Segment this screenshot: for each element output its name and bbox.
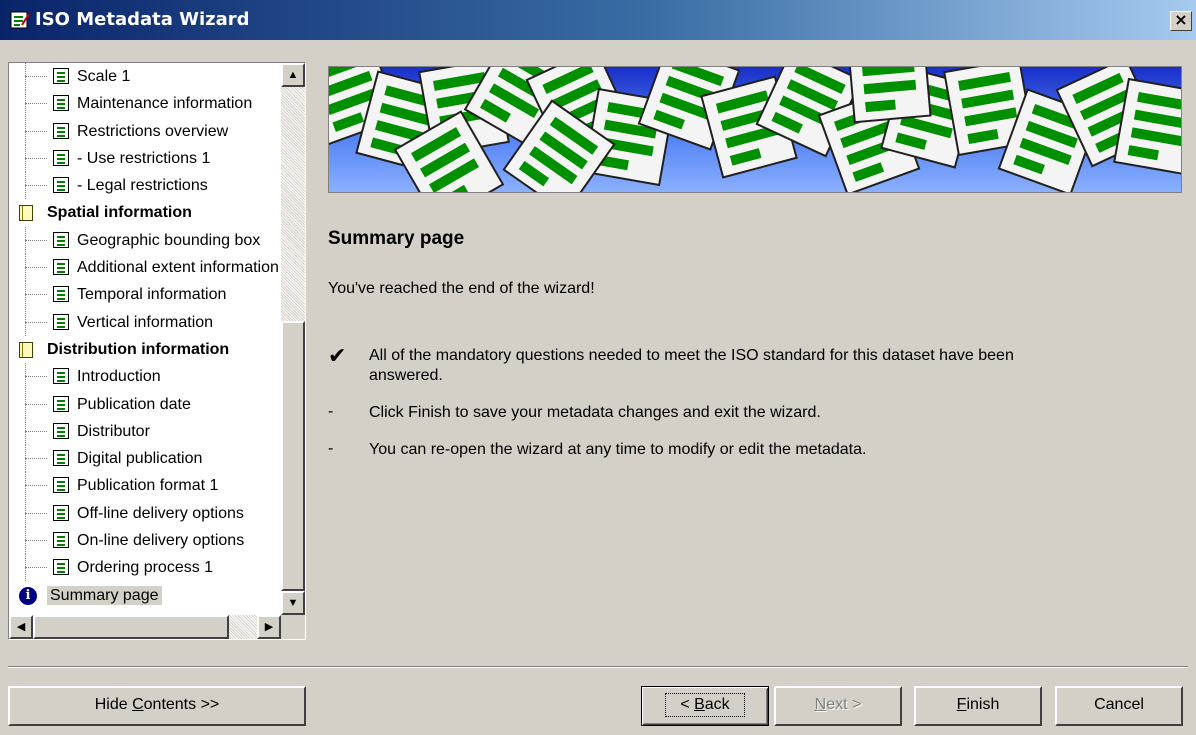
window-title: ISO Metadata Wizard [35, 9, 250, 30]
title-bar: ISO Metadata Wizard × [0, 0, 1196, 40]
tree-list: Scale 1 Maintenance information Restrictio… [9, 63, 279, 609]
tree-item[interactable]: Ordering process 1 [9, 554, 279, 582]
tree-item-label: On-line delivery options [77, 532, 245, 550]
tree-item-label: Vertical information [77, 313, 214, 331]
tree-item-label: Publication format 1 [77, 477, 219, 495]
open-book-icon [19, 205, 33, 222]
tree-item[interactable]: Introduction [9, 363, 279, 391]
hide-contents-button[interactable]: Hide Contents >> [8, 686, 306, 726]
tree-item-label: Distributor [77, 422, 150, 440]
document-page-icon [53, 477, 69, 494]
tree-item[interactable]: i Summary page [9, 582, 279, 609]
tree-item-label: Off-line delivery options [77, 504, 244, 522]
focus-rectangle: < Back [665, 693, 745, 717]
cancel-button[interactable]: Cancel [1055, 686, 1183, 726]
contents-tree[interactable]: Scale 1 Maintenance information Restrictio… [8, 62, 306, 640]
close-icon: × [1174, 10, 1188, 29]
tree-item-label: Temporal information [77, 286, 227, 304]
metadata-wizard-icon [10, 11, 30, 29]
close-button[interactable]: × [1170, 11, 1192, 31]
page-title: Summary page [328, 228, 465, 249]
tree-item-label: Publication date [77, 395, 191, 413]
document-page-icon [53, 259, 69, 276]
tree-item[interactable]: Publication format 1 [9, 472, 279, 500]
tree-item[interactable]: - Use restrictions 1 [9, 144, 279, 173]
tree-item-label: - Use restrictions 1 [77, 149, 211, 167]
horizontal-scroll-thumb[interactable] [33, 615, 229, 639]
tree-item[interactable]: Publication date [9, 390, 279, 418]
tree-item-label: Ordering process 1 [77, 559, 214, 577]
document-page-icon [53, 532, 69, 549]
tree-item-label: - Legal restrictions [77, 177, 208, 195]
tree-item-label: Additional extent information [77, 259, 279, 277]
scroll-left-arrow-icon[interactable]: ◀ [9, 615, 33, 639]
checkmark-icon: ✔ [328, 343, 347, 368]
tree-item[interactable]: - Legal restrictions [9, 172, 279, 200]
tree-item-label: Scale 1 [77, 68, 131, 85]
finish-button[interactable]: Finish [914, 686, 1042, 726]
scroll-down-arrow-icon[interactable]: ▼ [281, 591, 305, 615]
tree-item[interactable]: Additional extent information [9, 254, 279, 282]
end-of-wizard-message: You've reached the end of the wizard! [328, 280, 595, 297]
tree-item[interactable]: Digital publication [9, 445, 279, 473]
document-pages-graphic [329, 67, 1181, 192]
open-book-icon [19, 341, 33, 358]
tree-item[interactable]: Scale 1 [9, 63, 279, 91]
scroll-up-arrow-icon[interactable]: ▲ [281, 63, 305, 87]
tree-horizontal-scrollbar[interactable]: ◀ ▶ [9, 615, 281, 639]
tree-item-label: Distribution information [47, 340, 230, 358]
document-page-icon [53, 422, 69, 439]
document-page-icon [53, 286, 69, 303]
document-page-icon [53, 122, 69, 139]
tree-item-label: Restrictions overview [77, 122, 229, 140]
document-page-icon [53, 231, 69, 248]
vertical-scroll-thumb[interactable] [281, 321, 305, 591]
tree-section[interactable]: Distribution information [9, 336, 279, 363]
document-page-icon [53, 149, 69, 166]
scrollbar-corner [281, 615, 305, 639]
document-page-icon [53, 450, 69, 467]
tree-item[interactable]: Maintenance information [9, 90, 279, 118]
document-page-icon [846, 67, 932, 124]
tree-item[interactable]: Restrictions overview [9, 117, 279, 145]
tree-item-label: Digital publication [77, 450, 203, 468]
back-button[interactable]: < Back [641, 686, 769, 726]
bullet-text: You can re-open the wizard at any time t… [369, 441, 867, 458]
bullet-text: Click Finish to save your metadata chang… [369, 404, 821, 421]
next-button: Next > [774, 686, 902, 726]
document-page-icon [53, 95, 69, 112]
tree-item[interactable]: Distributor [9, 417, 279, 446]
tree-item-label: Maintenance information [77, 95, 253, 113]
bullet-text: All of the mandatory questions needed to… [369, 347, 1014, 384]
tree-item[interactable]: Temporal information [9, 281, 279, 309]
dash-marker: - [328, 403, 334, 420]
document-page-icon [53, 68, 69, 84]
tree-item[interactable]: Off-line delivery options [9, 499, 279, 528]
document-page-icon [53, 177, 69, 194]
tree-section[interactable]: Spatial information [9, 199, 279, 226]
tree-item-label: Spatial information [47, 204, 192, 222]
document-page-icon [53, 395, 69, 412]
tree-item-label: Geographic bounding box [77, 231, 261, 249]
tree-vertical-scrollbar[interactable]: ▲ ▼ [281, 63, 305, 615]
tree-item-label: Summary page [47, 585, 162, 605]
info-icon: i [19, 586, 37, 605]
document-page-icon [53, 559, 69, 576]
scroll-right-arrow-icon[interactable]: ▶ [257, 615, 281, 639]
tree-item[interactable]: Geographic bounding box [9, 226, 279, 255]
footer-separator [8, 666, 1188, 668]
document-page-icon [53, 368, 69, 385]
document-page-icon [53, 504, 69, 521]
tree-item[interactable]: Vertical information [9, 308, 279, 336]
wizard-banner-image [328, 66, 1182, 193]
tree-item-label: Introduction [77, 368, 161, 386]
tree-item[interactable]: On-line delivery options [9, 527, 279, 555]
document-page-icon [53, 313, 69, 330]
dash-marker: - [328, 440, 334, 457]
